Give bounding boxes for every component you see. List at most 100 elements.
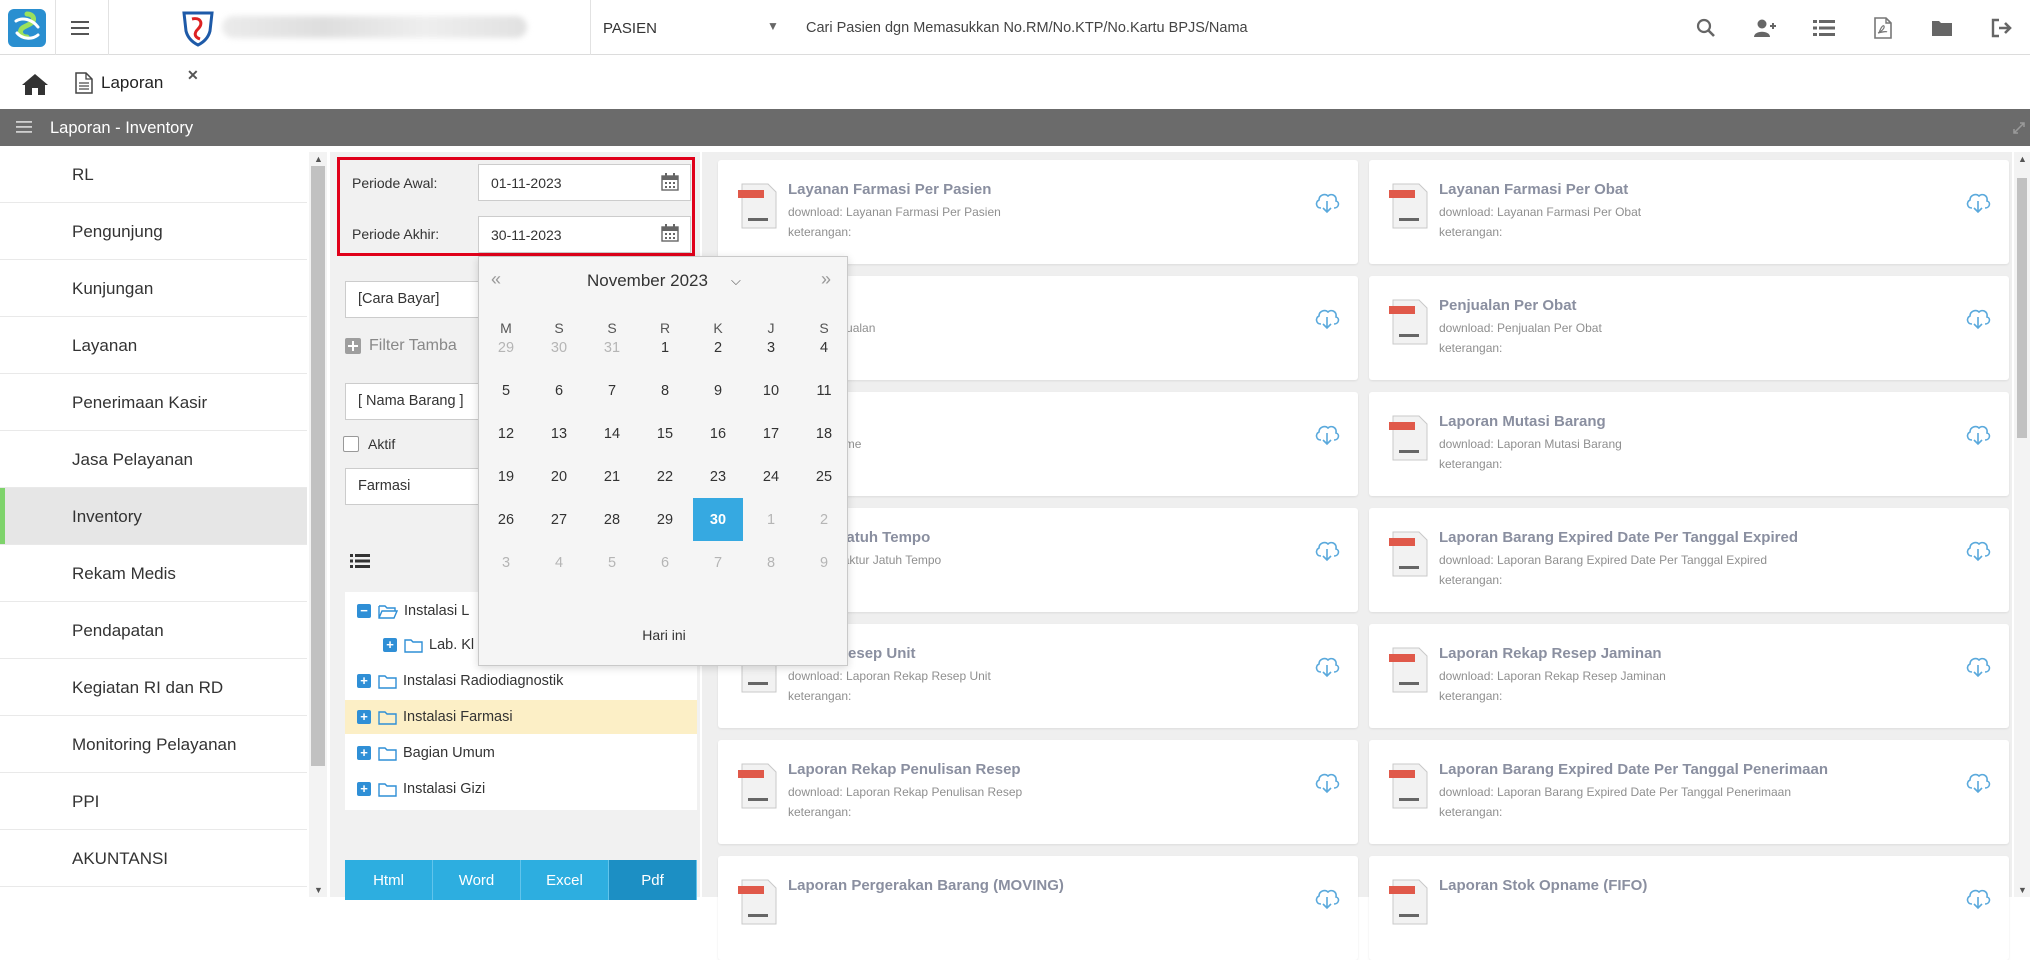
collapse-icon[interactable]: −	[357, 604, 371, 618]
calendar-day[interactable]: 25	[799, 455, 849, 498]
download-cloud-icon[interactable]	[1314, 656, 1340, 678]
report-title[interactable]: Laporan Pergerakan Barang (MOVING)	[788, 877, 1064, 894]
expand-icon[interactable]	[2012, 121, 2026, 135]
calendar-day[interactable]: 28	[587, 498, 637, 541]
calendar-day[interactable]: 11	[799, 369, 849, 412]
calendar-day[interactable]: 9	[799, 541, 849, 584]
prev-month-icon[interactable]: «	[491, 269, 501, 290]
report-card[interactable]: Laporan Rekap Resep Jaminan download: Lap…	[1369, 624, 2009, 728]
menu-toggle-button[interactable]	[62, 15, 98, 41]
download-cloud-icon[interactable]	[1965, 308, 1991, 330]
calendar-day[interactable]: 7	[587, 369, 637, 412]
download-cloud-icon[interactable]	[1965, 656, 1991, 678]
calendar-day[interactable]: 9	[693, 369, 743, 412]
calendar-day-selected[interactable]: 30	[693, 498, 743, 541]
download-cloud-icon[interactable]	[1314, 888, 1340, 910]
calendar-day[interactable]: 21	[587, 455, 637, 498]
calendar-day[interactable]: 4	[799, 326, 849, 369]
calendar-day[interactable]: 12	[481, 412, 531, 455]
report-title[interactable]: Laporan Rekap Resep Jaminan	[1439, 645, 1662, 662]
sidebar-item-layanan[interactable]: Layanan	[0, 317, 307, 374]
calendar-day[interactable]: 29	[640, 498, 690, 541]
tree-node-selected[interactable]: + Instalasi Farmasi	[345, 700, 697, 734]
tab-laporan[interactable]: Laporan	[61, 64, 177, 101]
patient-search-input[interactable]: Cari Pasien dgn Memasukkan No.RM/No.KTP/…	[806, 20, 1248, 36]
download-cloud-icon[interactable]	[1965, 772, 1991, 794]
cara-bayar-select[interactable]: [Cara Bayar]	[345, 281, 480, 318]
report-card[interactable]: Laporan Barang Expired Date Per Tanggal …	[1369, 508, 2009, 612]
list-button[interactable]	[1794, 0, 1853, 55]
scroll-down-icon[interactable]: ▼	[314, 885, 323, 895]
menu-icon[interactable]	[16, 121, 32, 133]
scrollbar-thumb[interactable]	[311, 166, 325, 766]
report-title[interactable]: Laporan Rekap Penulisan Resep	[788, 761, 1021, 778]
calendar-day[interactable]: 18	[799, 412, 849, 455]
sidebar-item-inventory[interactable]: Inventory	[0, 488, 307, 545]
pdf-button[interactable]	[1853, 0, 1912, 55]
download-cloud-icon[interactable]	[1965, 540, 1991, 562]
expand-icon[interactable]: +	[357, 710, 371, 724]
report-card[interactable]: Laporan Rekap Penulisan Resep download: L…	[718, 740, 1358, 844]
report-scrollbar[interactable]: ▲ ▼	[2014, 152, 2030, 897]
calendar-day[interactable]: 13	[534, 412, 584, 455]
sidebar-item-rekam-medis[interactable]: Rekam Medis	[0, 545, 307, 602]
export-excel-button[interactable]: Excel	[521, 860, 609, 900]
chevron-down-icon[interactable]: ⌵	[731, 273, 741, 289]
download-cloud-icon[interactable]	[1965, 192, 1991, 214]
calendar-day[interactable]: 15	[640, 412, 690, 455]
export-word-button[interactable]: Word	[433, 860, 521, 900]
download-cloud-icon[interactable]	[1314, 772, 1340, 794]
calendar-day[interactable]: 22	[640, 455, 690, 498]
calendar-day[interactable]: 6	[534, 369, 584, 412]
sidebar-item-kunjungan[interactable]: Kunjungan	[0, 260, 307, 317]
calendar-day[interactable]: 4	[534, 541, 584, 584]
unit-select[interactable]: Farmasi	[345, 468, 480, 505]
datepicker-month-label[interactable]: November 2023	[587, 271, 708, 291]
download-cloud-icon[interactable]	[1965, 424, 1991, 446]
sidebar-item-pendapatan[interactable]: Pendapatan	[0, 602, 307, 659]
sidebar-item-jasa-pelayanan[interactable]: Jasa Pelayanan	[0, 431, 307, 488]
expand-icon[interactable]: +	[383, 638, 397, 652]
add-patient-button[interactable]	[1735, 0, 1794, 55]
calendar-day[interactable]: 19	[481, 455, 531, 498]
report-card[interactable]: Laporan Mutasi Barang download: Laporan M…	[1369, 392, 2009, 496]
list-icon[interactable]	[350, 553, 370, 569]
report-card[interactable]: Laporan Stok Opname (FIFO)	[1369, 856, 2009, 960]
expand-icon[interactable]: +	[357, 746, 371, 760]
download-cloud-icon[interactable]	[1314, 424, 1340, 446]
tree-node[interactable]: + Bagian Umum	[345, 736, 697, 770]
report-title[interactable]: Laporan Barang Expired Date Per Tanggal …	[1439, 529, 1798, 546]
report-card[interactable]: Layanan Farmasi Per Pasien download: Laya…	[718, 160, 1358, 264]
sidebar-item-ppi[interactable]: PPI	[0, 773, 307, 830]
sidebar-item-monitoring-pelayanan[interactable]: Monitoring Pelayanan	[0, 716, 307, 773]
download-cloud-icon[interactable]	[1965, 888, 1991, 910]
expand-icon[interactable]: +	[357, 782, 371, 796]
sidebar-item-rl[interactable]: RL	[0, 146, 307, 203]
expand-icon[interactable]: +	[357, 674, 371, 688]
export-pdf-button[interactable]: Pdf	[609, 860, 697, 900]
scroll-up-icon[interactable]: ▲	[314, 154, 323, 164]
home-button[interactable]	[20, 72, 50, 96]
aktif-checkbox[interactable]	[343, 436, 359, 452]
search-mode-select[interactable]: PASIEN	[603, 20, 657, 37]
folder-button[interactable]	[1912, 0, 1971, 55]
tree-node[interactable]: + Instalasi Gizi	[345, 772, 697, 806]
sidebar-item-akuntansi[interactable]: AKUNTANSI	[0, 830, 307, 887]
report-title[interactable]: Laporan Mutasi Barang	[1439, 413, 1606, 430]
tab-close-icon[interactable]: ✕	[187, 67, 199, 84]
scroll-down-icon[interactable]: ▼	[2018, 885, 2027, 895]
report-title[interactable]: Laporan Barang Expired Date Per Tanggal …	[1439, 761, 1828, 778]
calendar-day[interactable]: 3	[481, 541, 531, 584]
export-html-button[interactable]: Html	[345, 860, 433, 900]
report-card[interactable]: Laporan Barang Expired Date Per Tanggal …	[1369, 740, 2009, 844]
today-button[interactable]: Hari ini	[479, 627, 849, 643]
calendar-day[interactable]: 17	[746, 412, 796, 455]
calendar-day[interactable]: 29	[481, 326, 531, 369]
calendar-day[interactable]: 14	[587, 412, 637, 455]
calendar-day[interactable]: 20	[534, 455, 584, 498]
calendar-day[interactable]: 5	[481, 369, 531, 412]
calendar-day[interactable]: 8	[640, 369, 690, 412]
calendar-day[interactable]: 23	[693, 455, 743, 498]
filter-tambahan-toggle[interactable]: Filter Tamba	[345, 337, 457, 355]
calendar-day[interactable]: 24	[746, 455, 796, 498]
